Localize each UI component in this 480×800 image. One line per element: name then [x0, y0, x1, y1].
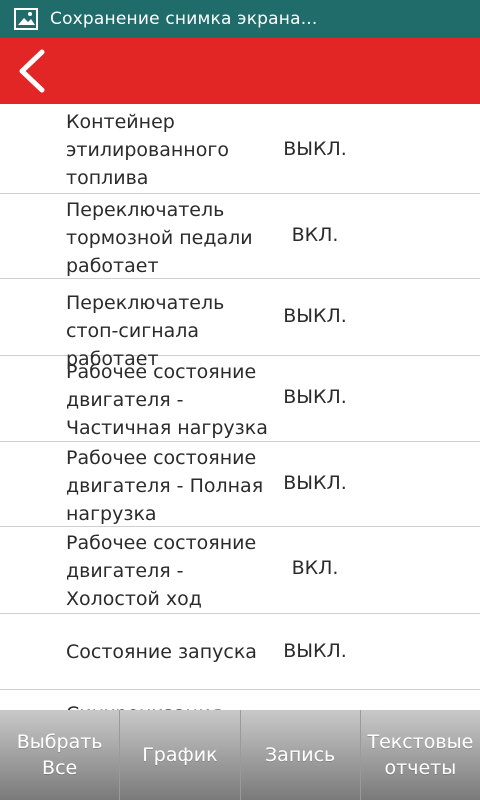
row-value: ВЫКЛ.: [283, 305, 347, 327]
row-label: Состояние запуска: [66, 641, 257, 663]
list-item[interactable]: Рабочее состояние двигателя - Холостой х…: [0, 527, 480, 614]
record-button[interactable]: Запись: [241, 710, 361, 800]
text-reports-button[interactable]: Текстовые отчеты: [361, 710, 480, 800]
list-item[interactable]: Состояние запуска ВЫКЛ.: [0, 614, 480, 690]
select-all-button[interactable]: Выбрать Все: [0, 710, 121, 800]
status-text: Сохранение снимка экрана...: [50, 9, 318, 29]
row-value: ВКЛ.: [291, 224, 339, 246]
list-item[interactable]: Переключатель тормозной педали работает …: [0, 194, 480, 279]
graph-button[interactable]: График: [120, 710, 241, 800]
row-label: Рабочее состояние двигателя - Частичная …: [66, 361, 268, 439]
chevron-left-icon: [19, 49, 45, 93]
row-value: ВЫКЛ.: [283, 138, 347, 160]
list-item[interactable]: Переключатель стоп-сигнала работает ВЫКЛ…: [0, 279, 480, 370]
row-value: ВКЛ.: [291, 557, 339, 579]
row-label: Переключатель тормозной педали работает: [66, 199, 253, 277]
status-bar: Сохранение снимка экрана...: [0, 0, 480, 38]
list-item[interactable]: Контейнер этилированного топлива ВЫКЛ.: [0, 106, 480, 194]
toolbar: [0, 38, 480, 104]
back-button[interactable]: [10, 44, 58, 98]
row-value: ВЫКЛ.: [283, 640, 347, 662]
row-value: ВЫКЛ.: [283, 472, 347, 494]
bottom-action-bar: Выбрать Все График Запись Текстовые отче…: [0, 710, 480, 800]
row-label: Рабочее состояние двигателя - Полная наг…: [66, 447, 264, 525]
list-item[interactable]: Рабочее состояние двигателя - Полная наг…: [0, 442, 480, 527]
image-icon: [14, 8, 38, 30]
row-label: Синхронизация: [66, 700, 271, 710]
list-item[interactable]: Рабочее состояние двигателя - Частичная …: [0, 356, 480, 442]
row-label: Контейнер этилированного топлива: [66, 111, 229, 189]
parameter-list[interactable]: Контейнер этилированного топлива ВЫКЛ. П…: [0, 106, 480, 710]
list-item[interactable]: Синхронизация: [0, 690, 480, 710]
row-label: Рабочее состояние двигателя - Холостой х…: [66, 532, 257, 610]
row-value: ВЫКЛ.: [283, 386, 347, 408]
